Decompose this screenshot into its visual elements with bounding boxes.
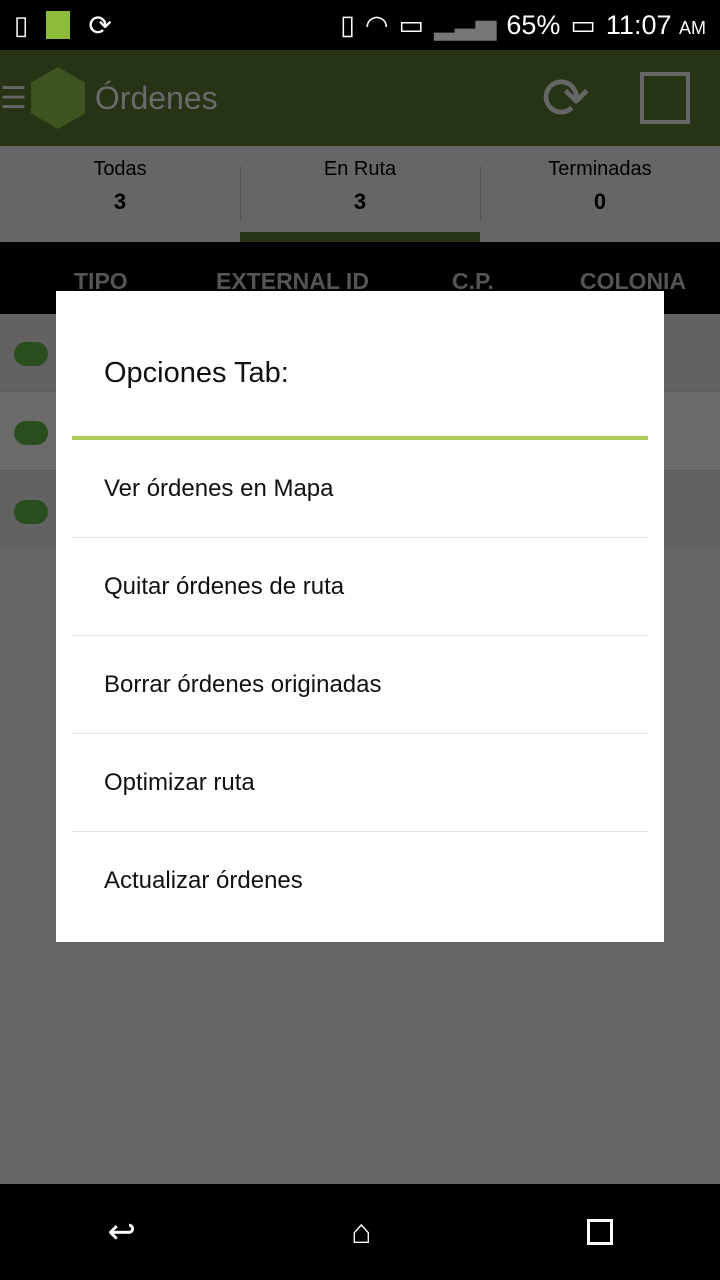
clock-ampm: AM bbox=[679, 17, 706, 38]
back-icon[interactable]: ↩ bbox=[107, 1212, 136, 1252]
tab-label: Todas bbox=[93, 158, 147, 180]
vibrate-icon: ▯ bbox=[340, 9, 355, 40]
tab-count: 0 bbox=[593, 189, 607, 214]
menu-item-actualizar[interactable]: Actualizar órdenes bbox=[72, 832, 648, 930]
recents-icon[interactable] bbox=[586, 1219, 613, 1245]
cloud-download-icon bbox=[14, 342, 48, 366]
tab-en-ruta[interactable]: En Ruta 3 bbox=[240, 146, 480, 242]
status-bar: ▯ ⟳ ▯ ◠ ▭ ▂▃▅ 65% ▭ 11:07 AM bbox=[0, 0, 720, 50]
tab-count: 3 bbox=[353, 189, 367, 214]
signal-icon: ▂▃▅ bbox=[434, 9, 497, 40]
home-icon[interactable]: ⌂ bbox=[351, 1213, 372, 1252]
menu-item-borrar-originadas[interactable]: Borrar órdenes originadas bbox=[72, 636, 648, 734]
tab-label: En Ruta bbox=[323, 158, 397, 180]
page-title: Órdenes bbox=[94, 79, 218, 116]
menu-item-quitar-ruta[interactable]: Quitar órdenes de ruta bbox=[72, 538, 648, 636]
app-update-icon bbox=[46, 11, 71, 39]
new-order-button[interactable] bbox=[640, 72, 690, 124]
app-logo bbox=[30, 67, 85, 129]
tab-bar: Todas 3 En Ruta 3 Terminadas 0 bbox=[0, 146, 720, 242]
dialog-title: Opciones Tab: bbox=[104, 357, 289, 389]
cloud-download-icon bbox=[14, 421, 48, 445]
navigation-bar: ↩ ⌂ bbox=[0, 1184, 720, 1280]
menu-item-ver-mapa[interactable]: Ver órdenes en Mapa bbox=[72, 440, 648, 538]
battery-percent: 65% bbox=[506, 9, 561, 40]
menu-icon[interactable]: ☰ bbox=[0, 81, 27, 116]
clock: 11:07 bbox=[605, 9, 672, 40]
sim-icon: ▭ bbox=[398, 9, 425, 40]
battery-icon: ▭ bbox=[570, 9, 596, 40]
tab-label: Terminadas bbox=[548, 158, 652, 180]
tab-terminadas[interactable]: Terminadas 0 bbox=[480, 146, 720, 242]
app-bar: ☰ Órdenes ⟳ bbox=[0, 50, 720, 146]
tab-count: 3 bbox=[113, 189, 127, 214]
menu-item-optimizar-ruta[interactable]: Optimizar ruta bbox=[72, 734, 648, 832]
tab-todas[interactable]: Todas 3 bbox=[0, 146, 240, 242]
tab-options-dialog: Opciones Tab: Ver órdenes en Mapa Quitar… bbox=[56, 291, 664, 942]
wifi-icon: ◠ bbox=[364, 9, 389, 40]
refresh-button[interactable]: ⟳ bbox=[541, 64, 590, 132]
phone-icon: ▯ bbox=[14, 9, 29, 40]
cloud-download-icon bbox=[14, 500, 48, 524]
sync-icon: ⟳ bbox=[88, 9, 112, 41]
